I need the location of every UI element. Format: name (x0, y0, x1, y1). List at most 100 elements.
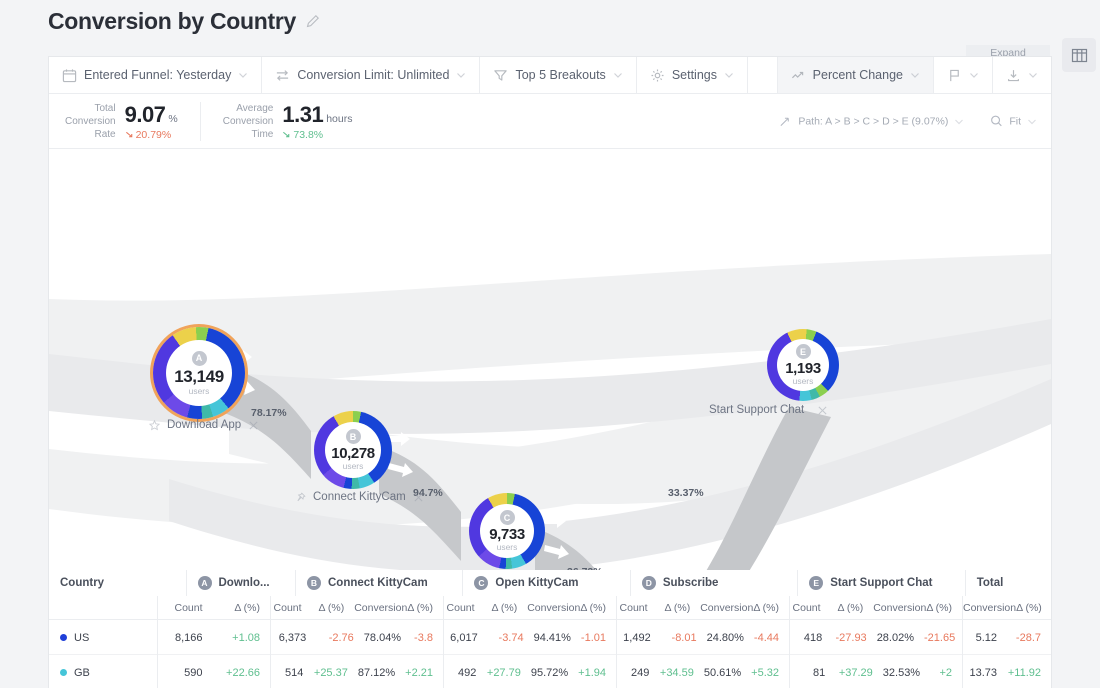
close-icon[interactable] (248, 420, 259, 431)
donut-c: C 9,733 users (469, 493, 545, 569)
row-group-d: 1,492 -8.01 24.80% -4.44 (617, 620, 790, 655)
cell-total-conv-delta: +11.92 (1007, 667, 1051, 679)
cell-a-count: 8,166 (158, 632, 213, 644)
toolbar-conversion-limit-label: Conversion Limit: Unlimited (297, 68, 449, 82)
toolbar-settings[interactable]: Settings (637, 57, 748, 93)
toolbar-date-filter[interactable]: Entered Funnel: Yesterday (49, 57, 262, 93)
node-unit-a: users (189, 386, 210, 396)
col-a-delta[interactable]: Δ (%) (213, 602, 270, 614)
cell-e-count: 81 (790, 667, 835, 679)
cell-e-count: 418 (790, 632, 832, 644)
col-d-count[interactable]: Count (617, 602, 658, 614)
table-group-c: C Open KittyCam (463, 570, 630, 596)
row-country-label: GB (74, 667, 90, 679)
chevron-down-icon[interactable] (954, 116, 964, 126)
col-b-conv[interactable]: ConversionΔ (%) (354, 602, 443, 614)
col-c-conv[interactable]: ConversionΔ (%) (527, 602, 616, 614)
col-e-count[interactable]: Count (790, 602, 831, 614)
layout-panel-button[interactable] (1062, 38, 1096, 72)
report-toolbar: Entered Funnel: Yesterday Conversion Lim… (49, 57, 1051, 94)
toolbar-breakouts[interactable]: Top 5 Breakouts (480, 57, 636, 93)
star-icon[interactable] (149, 420, 160, 431)
series-color-dot (60, 634, 67, 641)
cell-a-count: 590 (158, 667, 213, 679)
toolbar-percent-change[interactable]: Percent Change (778, 57, 934, 93)
toolbar-conversion-limit[interactable]: Conversion Limit: Unlimited (262, 57, 480, 93)
node-caption-e: Start Support Chat (709, 404, 828, 416)
arrow-down-right-icon (125, 130, 134, 139)
sankey-node-a[interactable]: A 13,149 users Download App (153, 327, 245, 419)
flow-pct-a-b: 78.17% (251, 407, 287, 419)
col-b-count[interactable]: Count (271, 602, 312, 614)
node-label-a: Download App (167, 419, 241, 431)
cell-d-count: 1,492 (617, 632, 661, 644)
kpi-label: Total Conversion Rate (65, 102, 116, 141)
sankey-node-b[interactable]: B 10,278 users Connect KittyCam (314, 411, 392, 489)
chevron-down-icon (724, 70, 734, 80)
table-group-b-label: Connect KittyCam (328, 577, 428, 589)
calendar-icon (62, 68, 77, 83)
group-badge-d: D (642, 576, 656, 590)
toolbar-annotations[interactable] (934, 57, 993, 93)
col-total-conv[interactable]: ConversionΔ (%) (963, 602, 1052, 614)
toolbar-export[interactable] (993, 57, 1051, 93)
table-cols-e: Count Δ (%) ConversionΔ (%) (790, 596, 963, 620)
toolbar-spacer (748, 57, 778, 93)
col-c-delta[interactable]: Δ (%) (485, 602, 528, 614)
col-e-conv[interactable]: ConversionΔ (%) (873, 602, 962, 614)
kpi-delta-value: 73.8% (293, 129, 323, 141)
columns-icon (1071, 47, 1088, 64)
sankey-node-e[interactable]: E 1,193 users Start Support Chat (767, 329, 839, 401)
funnel-filter-icon (493, 68, 508, 83)
flow-pct-c-d: 36.73% (567, 566, 603, 570)
cell-e-delta: -27.93 (832, 632, 876, 644)
col-a-count[interactable]: Count (158, 602, 213, 614)
kpi-delta: 73.8% (282, 129, 352, 141)
pencil-icon[interactable] (305, 14, 320, 29)
col-e-delta[interactable]: Δ (%) (831, 602, 874, 614)
row-country-cell: US (49, 632, 99, 644)
flag-icon (947, 68, 962, 83)
table-row[interactable]: GB 590 +22.66 514 +25.37 87.12% +2.21 49… (49, 655, 1051, 688)
chevron-down-icon (238, 70, 248, 80)
cell-c-conv-delta: -1.01 (581, 632, 616, 644)
group-badge-b: B (307, 576, 321, 590)
cell-d-delta: -8.01 (661, 632, 707, 644)
cell-b-conv: 78.04% (364, 632, 411, 644)
series-color-dot (60, 669, 67, 676)
group-badge-e: E (809, 576, 823, 590)
cell-d-delta: +34.59 (659, 667, 704, 679)
cell-b-delta: -2.76 (316, 632, 364, 644)
table-row[interactable]: US 8,166 +1.08 6,373 -2.76 78.04% -3.8 6… (49, 620, 1051, 655)
cell-c-conv-delta: +1.94 (578, 667, 616, 679)
table-cols-d: Count Δ (%) ConversionΔ (%) (617, 596, 790, 620)
row-group-a: 8,166 +1.08 (158, 620, 271, 655)
chevron-down-icon[interactable] (1027, 116, 1037, 126)
table-group-b: B Connect KittyCam (296, 570, 463, 596)
table-cols-a: Count Δ (%) (158, 596, 271, 620)
donut-a: A 13,149 users (153, 327, 245, 419)
row-country-cell: GB (49, 667, 100, 679)
cell-c-delta: -3.74 (488, 632, 534, 644)
col-d-conv[interactable]: ConversionΔ (%) (700, 602, 789, 614)
row-group-e: 418 -27.93 28.02% -21.65 (790, 620, 963, 655)
table-cols-total: ConversionΔ (%) (963, 596, 1051, 620)
col-d-delta[interactable]: Δ (%) (658, 602, 701, 614)
chevron-down-icon (1028, 70, 1038, 80)
fit-label[interactable]: Fit (1009, 115, 1021, 127)
col-c-count[interactable]: Count (444, 602, 485, 614)
col-b-delta[interactable]: Δ (%) (312, 602, 355, 614)
row-group-c: 6,017 -3.74 94.41% -1.01 (444, 620, 617, 655)
node-badge-a: A (192, 351, 207, 366)
pin-icon[interactable] (295, 492, 306, 503)
row-group-d: 249 +34.59 50.61% +5.32 (617, 655, 790, 688)
close-icon[interactable] (817, 405, 828, 416)
node-unit-c: users (497, 542, 518, 552)
close-icon[interactable] (413, 492, 424, 503)
cell-e-conv-delta: -21.65 (924, 632, 962, 644)
page-title: Conversion by Country (48, 8, 296, 35)
table-group-e-label: Start Support Chat (830, 577, 932, 589)
search-icon[interactable] (990, 115, 1003, 128)
sankey-node-c[interactable]: C 9,733 users Open KittyCam (469, 493, 545, 569)
cell-d-conv: 24.80% (707, 632, 754, 644)
